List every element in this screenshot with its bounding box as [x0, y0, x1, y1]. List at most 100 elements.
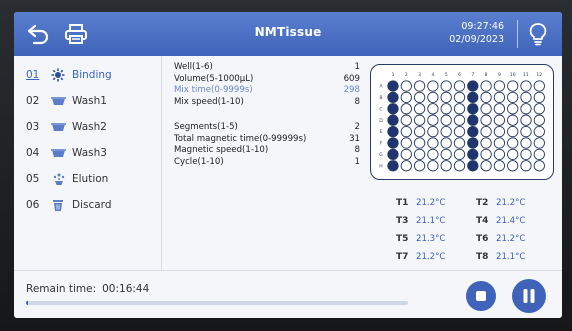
well-empty[interactable]: [480, 160, 492, 172]
well-empty[interactable]: [440, 91, 452, 104]
well-filled[interactable]: [387, 114, 399, 126]
well-empty[interactable]: [440, 114, 452, 126]
well-empty[interactable]: [493, 91, 506, 104]
well-empty[interactable]: [413, 137, 426, 149]
step-wash3[interactable]: 04 Wash3: [14, 140, 161, 166]
well-empty[interactable]: [533, 148, 545, 161]
well-empty[interactable]: [507, 114, 519, 126]
param-row[interactable]: Well(1-6) 1: [174, 62, 362, 74]
well-empty[interactable]: [520, 137, 532, 149]
well-empty[interactable]: [413, 91, 426, 104]
well-empty[interactable]: [533, 80, 545, 92]
well-empty[interactable]: [413, 80, 426, 92]
well-empty[interactable]: [400, 125, 412, 138]
well-empty[interactable]: [480, 137, 492, 149]
well-empty[interactable]: [493, 125, 506, 138]
well-empty[interactable]: [453, 103, 466, 115]
well-empty[interactable]: [533, 160, 545, 172]
param-row[interactable]: Magnetic speed(1-10) 8: [174, 145, 362, 157]
well-empty[interactable]: [507, 125, 519, 138]
well-empty[interactable]: [400, 114, 412, 126]
well-empty[interactable]: [520, 148, 532, 161]
well-empty[interactable]: [520, 103, 532, 115]
step-elution[interactable]: 05 Elution: [14, 166, 161, 192]
well-empty[interactable]: [400, 160, 412, 172]
well-empty[interactable]: [533, 91, 545, 104]
param-row[interactable]: Segments(1-5) 2: [174, 122, 362, 134]
well-empty[interactable]: [413, 103, 426, 115]
step-binding[interactable]: 01 Binding: [14, 62, 161, 88]
well-empty[interactable]: [533, 125, 545, 138]
well-empty[interactable]: [453, 80, 466, 92]
well-empty[interactable]: [520, 160, 532, 172]
param-row[interactable]: Volume(5-1000μL) 609: [174, 74, 362, 86]
well-filled[interactable]: [467, 114, 479, 126]
well-empty[interactable]: [440, 160, 452, 172]
well-empty[interactable]: [413, 125, 426, 138]
well-empty[interactable]: [493, 148, 506, 161]
param-row[interactable]: Mix speed(1-10) 8: [174, 97, 362, 109]
well-filled[interactable]: [387, 160, 399, 172]
well-empty[interactable]: [480, 148, 492, 161]
well-empty[interactable]: [400, 148, 412, 161]
well-empty[interactable]: [453, 137, 466, 149]
well-empty[interactable]: [427, 148, 439, 161]
well-filled[interactable]: [387, 148, 399, 161]
well-empty[interactable]: [520, 80, 532, 92]
step-wash1[interactable]: 02 Wash1: [14, 88, 161, 114]
well-empty[interactable]: [440, 125, 452, 138]
step-discard[interactable]: 06 Discard: [14, 192, 161, 218]
well-empty[interactable]: [493, 103, 506, 115]
well-empty[interactable]: [493, 114, 506, 126]
light-button[interactable]: [522, 18, 554, 50]
well-filled[interactable]: [387, 80, 399, 92]
param-row[interactable]: Total magnetic time(0-99999s) 31: [174, 134, 362, 146]
well-empty[interactable]: [533, 114, 545, 126]
well-empty[interactable]: [520, 114, 532, 126]
well-filled[interactable]: [387, 125, 399, 138]
well-empty[interactable]: [400, 80, 412, 92]
well-empty[interactable]: [440, 137, 452, 149]
well-empty[interactable]: [427, 125, 439, 138]
well-empty[interactable]: [507, 91, 519, 104]
pause-button[interactable]: [512, 279, 546, 313]
well-filled[interactable]: [387, 91, 399, 104]
well-empty[interactable]: [507, 80, 519, 92]
well-empty[interactable]: [453, 114, 466, 126]
param-row[interactable]: Mix time(0-9999s) 298: [174, 85, 362, 97]
well-empty[interactable]: [493, 137, 506, 149]
well-empty[interactable]: [427, 80, 439, 92]
well-empty[interactable]: [507, 160, 519, 172]
well-filled[interactable]: [387, 137, 399, 149]
well-empty[interactable]: [493, 80, 506, 92]
well-empty[interactable]: [427, 160, 439, 172]
step-wash2[interactable]: 03 Wash2: [14, 114, 161, 140]
well-empty[interactable]: [453, 148, 466, 161]
well-empty[interactable]: [427, 114, 439, 126]
well-empty[interactable]: [413, 114, 426, 126]
well-empty[interactable]: [533, 103, 545, 115]
well-empty[interactable]: [507, 137, 519, 149]
well-empty[interactable]: [520, 91, 532, 104]
well-filled[interactable]: [467, 91, 479, 104]
well-empty[interactable]: [400, 103, 412, 115]
well-empty[interactable]: [427, 103, 439, 115]
well-empty[interactable]: [480, 125, 492, 138]
well-empty[interactable]: [480, 114, 492, 126]
well-empty[interactable]: [453, 91, 466, 104]
well-empty[interactable]: [440, 103, 452, 115]
well-empty[interactable]: [533, 137, 545, 149]
well-empty[interactable]: [440, 148, 452, 161]
well-filled[interactable]: [467, 137, 479, 149]
well-filled[interactable]: [467, 125, 479, 138]
well-empty[interactable]: [413, 160, 426, 172]
well-empty[interactable]: [400, 91, 412, 104]
well-filled[interactable]: [467, 103, 479, 115]
well-empty[interactable]: [507, 103, 519, 115]
well-empty[interactable]: [507, 148, 519, 161]
stop-button[interactable]: [466, 281, 496, 311]
well-empty[interactable]: [400, 137, 412, 149]
well-empty[interactable]: [520, 125, 532, 138]
well-empty[interactable]: [427, 91, 439, 104]
well-filled[interactable]: [467, 160, 479, 172]
